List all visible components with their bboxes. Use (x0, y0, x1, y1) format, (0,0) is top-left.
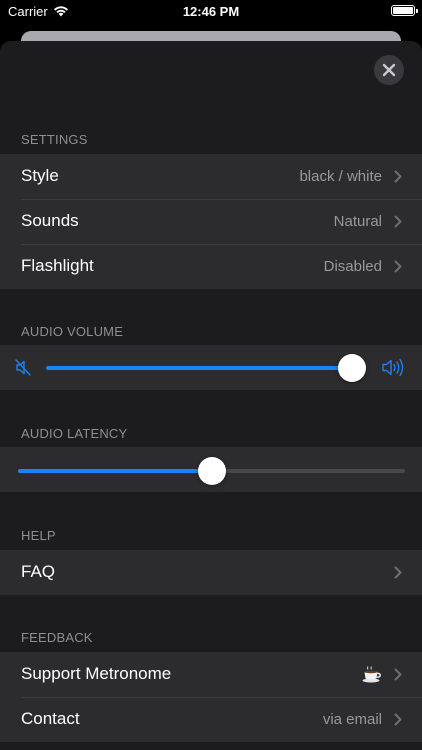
volume-slider-fill (46, 366, 352, 370)
chevron-right-icon (394, 170, 402, 183)
section-header-audio-latency: AUDIO LATENCY (21, 426, 128, 441)
row-value: Disabled (323, 258, 382, 275)
section-header-audio-volume: AUDIO VOLUME (21, 324, 124, 339)
section-header-help: HELP (21, 528, 56, 543)
settings-group: Style black / white Sounds Natural Flash… (0, 154, 422, 289)
speaker-mute-icon[interactable] (15, 359, 33, 376)
speaker-loud-icon[interactable] (382, 358, 406, 377)
row-value: Natural (333, 213, 382, 230)
volume-slider-row (0, 345, 422, 390)
chevron-right-icon (394, 668, 402, 681)
row-support-metronome[interactable]: Support Metronome (0, 652, 422, 697)
latency-slider-fill (18, 469, 212, 473)
chevron-right-icon (394, 215, 402, 228)
settings-sheet: SETTINGS Style black / white Sounds Natu… (0, 41, 422, 750)
close-button[interactable] (374, 55, 404, 85)
clock-time: 12:46 PM (182, 4, 240, 19)
feedback-group: Support Metronome Contact via email (0, 652, 422, 742)
audio-latency-group (0, 447, 422, 492)
row-style[interactable]: Style black / white (0, 154, 422, 199)
audio-volume-group (0, 345, 422, 390)
row-value: black / white (299, 168, 382, 185)
coffee-cup-icon (362, 666, 381, 683)
row-label: FAQ (21, 562, 56, 581)
status-bar: Carrier 12:46 PM (0, 0, 422, 24)
row-label: Support Metronome (21, 664, 172, 683)
row-label: Contact (21, 709, 80, 728)
section-header-settings: SETTINGS (21, 132, 88, 147)
chevron-right-icon (394, 713, 402, 726)
volume-slider-thumb[interactable] (338, 354, 366, 382)
help-group: FAQ (0, 550, 422, 595)
row-sounds[interactable]: Sounds Natural (0, 199, 422, 244)
row-label: Style (21, 166, 59, 185)
section-header-feedback: FEEDBACK (21, 630, 93, 645)
latency-slider-thumb[interactable] (197, 457, 226, 485)
row-faq[interactable]: FAQ (0, 550, 422, 595)
battery-icon (391, 5, 418, 16)
latency-slider-row (0, 447, 422, 492)
volume-slider-track[interactable] (46, 366, 352, 370)
row-flashlight[interactable]: Flashlight Disabled (0, 244, 422, 289)
chevron-right-icon (394, 260, 402, 273)
close-icon (382, 63, 396, 77)
row-contact[interactable]: Contact via email (0, 697, 422, 742)
row-value: via email (322, 711, 382, 728)
row-label: Sounds (21, 211, 79, 230)
row-label: Flashlight (21, 256, 94, 275)
chevron-right-icon (394, 566, 402, 579)
